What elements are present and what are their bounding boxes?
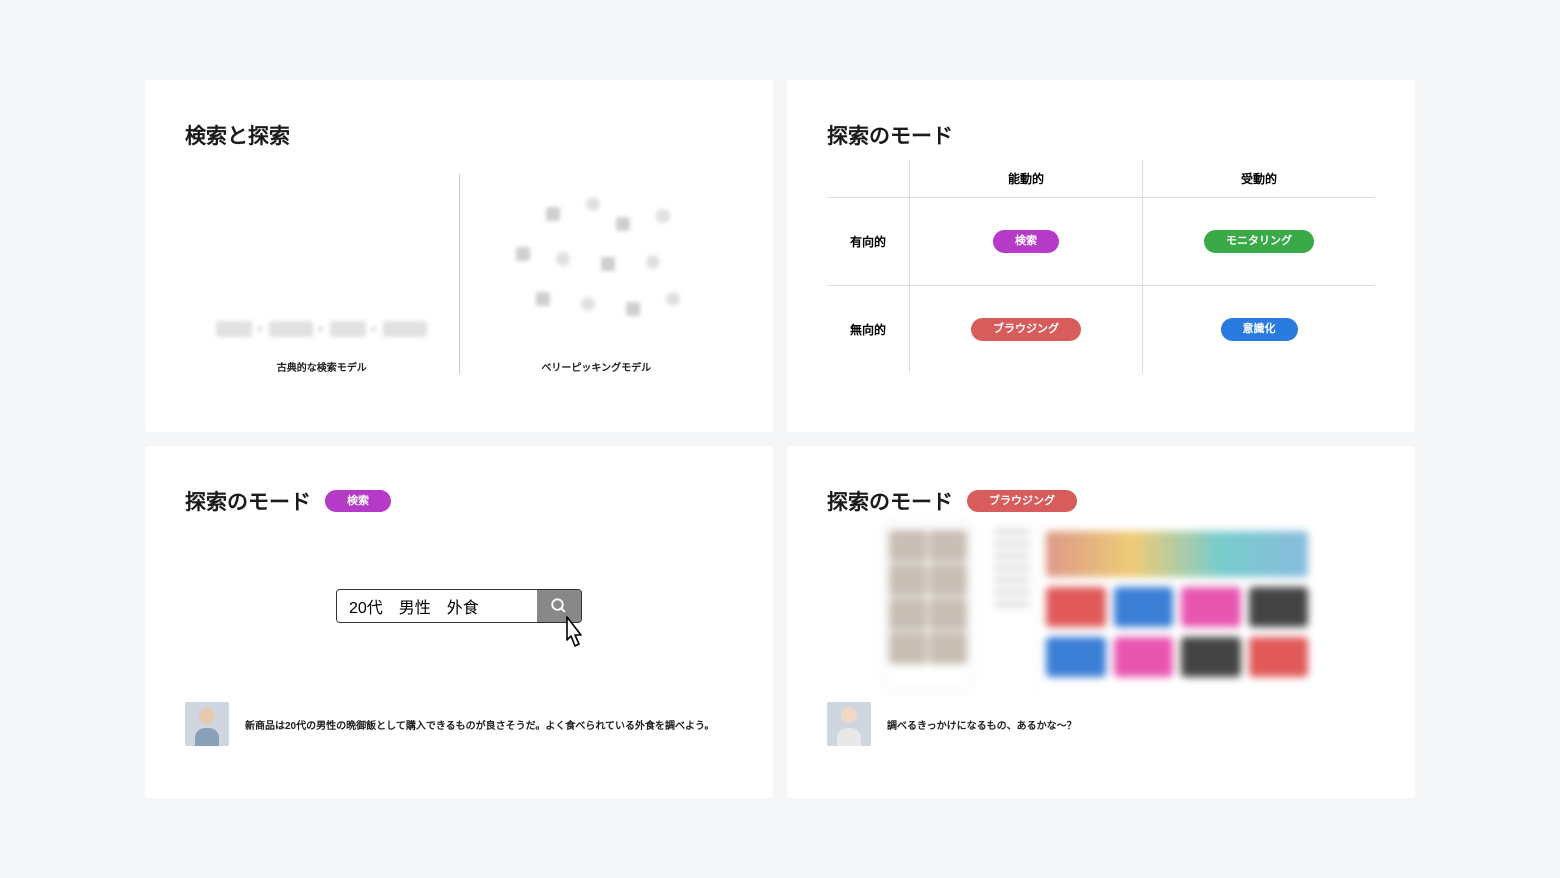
matrix-row-directed: 有向的 検索 モニタリング [827,197,1375,285]
row-header-directed: 有向的 [827,233,909,250]
mode-monitoring: モニタリング [1204,230,1314,252]
slide-search-explore: 検索と探索 古典的な検索モデル [145,80,773,432]
slide-mode-browsing: 探索のモード ブラウジング 調べるきっかけになるもの、あるかな〜？ [787,446,1415,798]
col-header-passive: 受動的 [1142,160,1375,197]
mode-pill-browsing: ブラウジング [967,490,1077,512]
mode-pill-search: 検索 [325,490,391,512]
persona-block: 調べるきっかけになるもの、あるかな〜？ [827,702,1375,746]
slide-title: 探索のモード [827,120,1375,150]
browsing-illustration [827,516,1375,696]
persona-block: 新商品は20代の男性の晩御飯として購入できるものが良さそうだ。よく食べられている… [185,702,733,746]
slide-explore-modes: 探索のモード 能動的 受動的 有向的 検索 モニタリング 無向的 ブラウジング … [787,80,1415,432]
linear-diagram [216,321,427,337]
mode-search: 検索 [993,230,1059,252]
models-row: 古典的な検索モデル ベリーピッキングモデル [185,174,733,374]
slide-title: 探索のモード ブラウジング [827,486,1375,516]
col-header-active: 能動的 [909,160,1142,197]
persona-avatar [827,702,871,746]
modes-matrix: 能動的 受動的 有向的 検索 モニタリング 無向的 ブラウジング 意識化 [827,160,1375,373]
slide-title: 検索と探索 [185,120,733,150]
model-caption: ベリーピッキングモデル [541,359,651,374]
title-text: 探索のモード [827,486,953,516]
model-caption: 古典的な検索モデル [277,359,367,374]
search-bar [336,589,582,623]
model-berrypicking: ベリーピッキングモデル [460,174,734,374]
web-mock [988,521,1318,691]
row-header-undirected: 無向的 [827,321,909,338]
search-icon [550,597,568,615]
pointer-cursor-icon [557,614,591,652]
persona-quote: 新商品は20代の男性の晩御飯として購入できるものが良さそうだ。よく食べられている… [245,717,714,732]
matrix-row-undirected: 無向的 ブラウジング 意識化 [827,285,1375,373]
mode-browsing: ブラウジング [971,318,1081,340]
title-text: 探索のモード [185,486,311,516]
slide-mode-search: 探索のモード 検索 新商品は20代の男性の晩御飯として購入できるものが良さそうだ… [145,446,773,798]
phone-mock [884,521,972,691]
network-diagram [506,197,686,337]
search-input[interactable] [337,590,537,622]
matrix-header: 能動的 受動的 [827,160,1375,197]
persona-avatar [185,702,229,746]
search-illustration [185,516,733,696]
model-classical: 古典的な検索モデル [185,174,459,374]
slide-title: 探索のモード 検索 [185,486,733,516]
persona-quote: 調べるきっかけになるもの、あるかな〜？ [887,717,1077,732]
mode-awareness: 意識化 [1221,318,1298,340]
